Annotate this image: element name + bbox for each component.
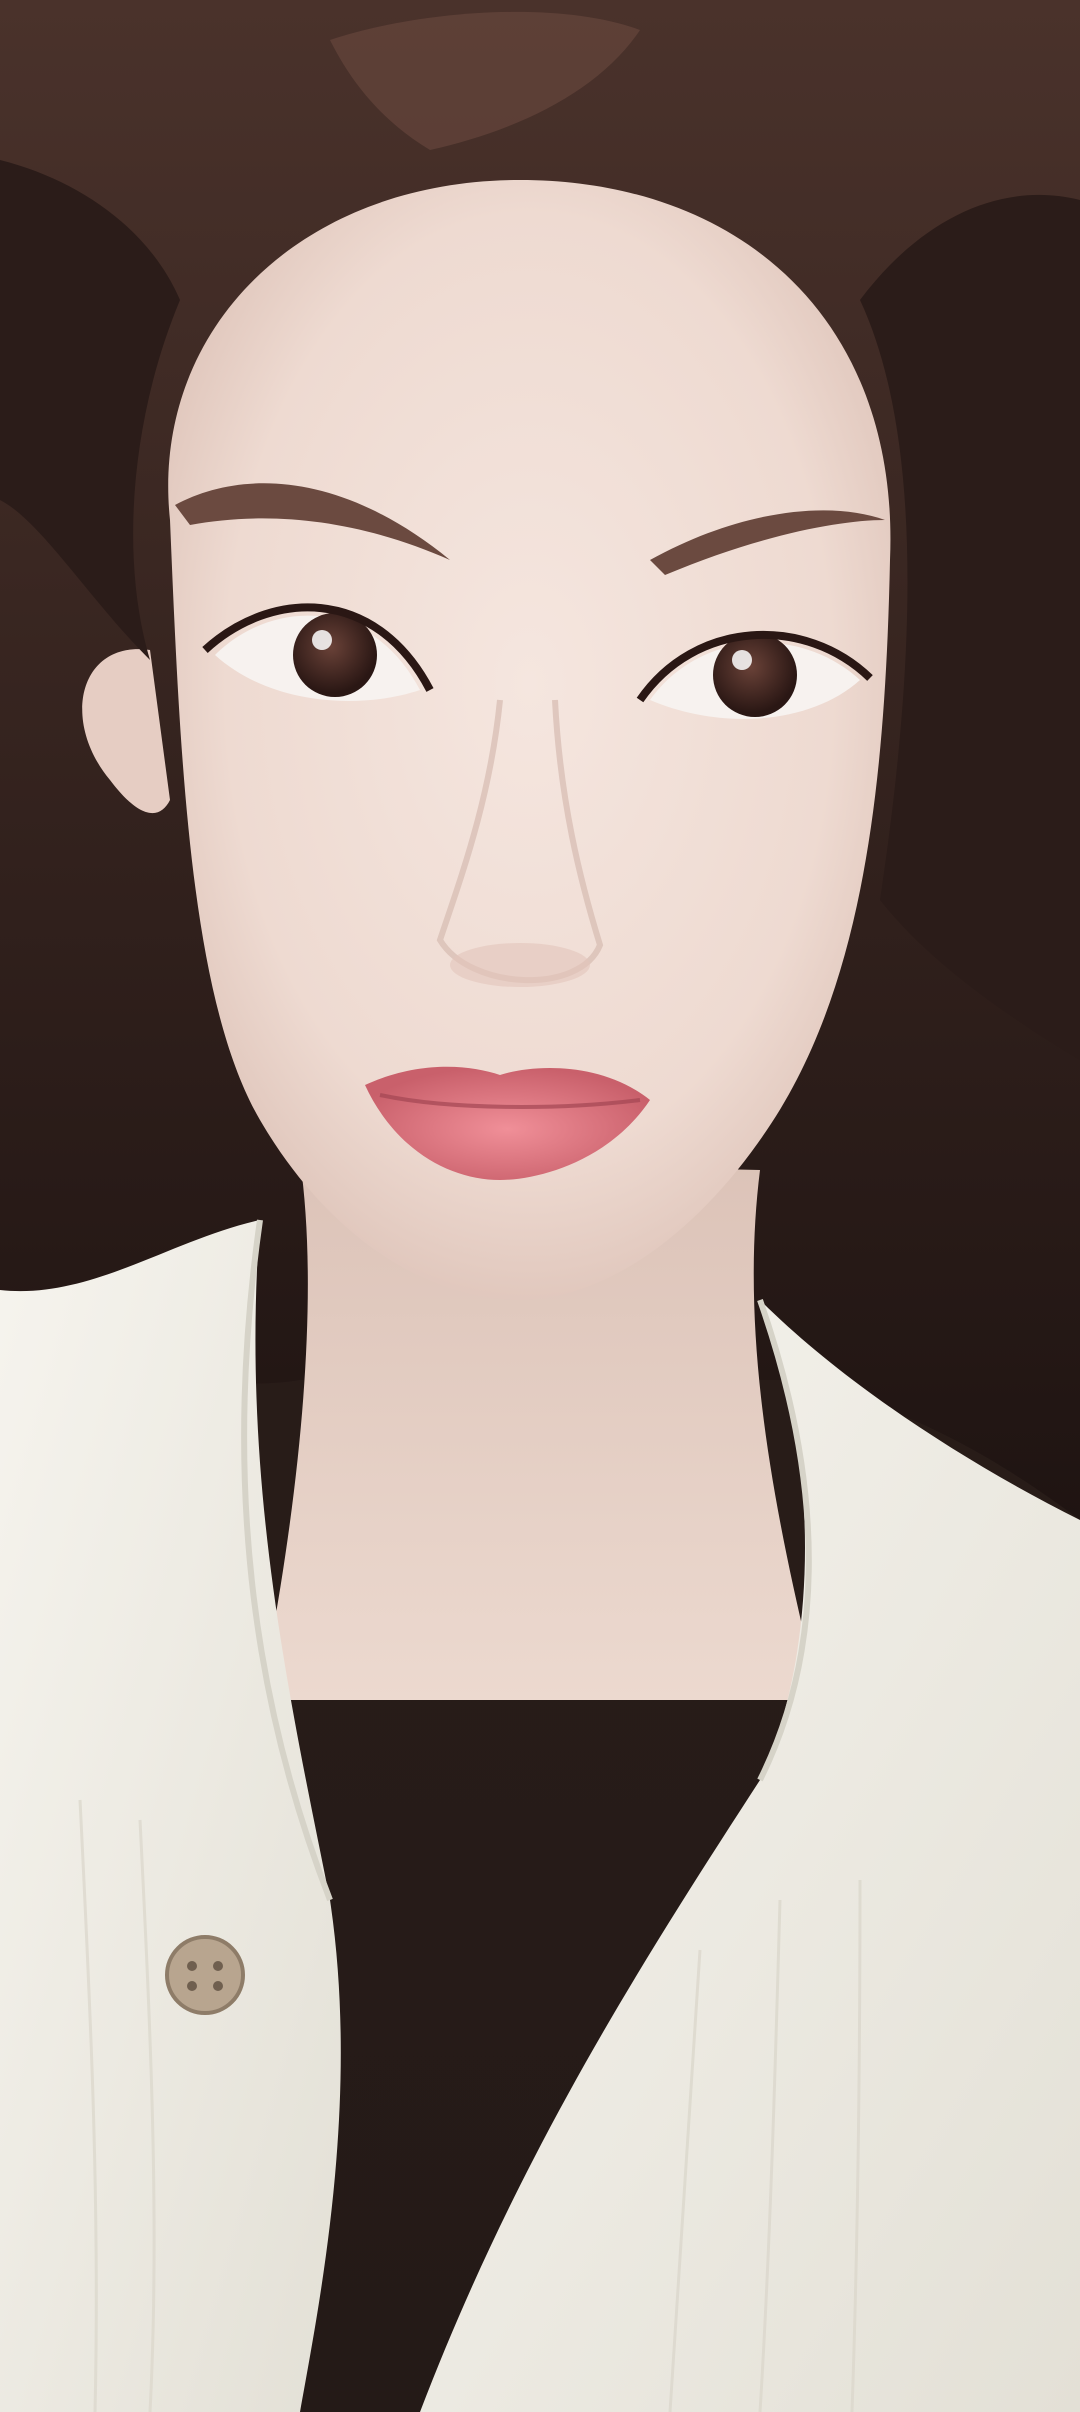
shirt-left-panel [0, 1220, 341, 2412]
shirt-button [165, 1935, 245, 2015]
portrait-photo [0, 0, 1080, 2412]
photo-frame [0, 0, 1080, 2412]
